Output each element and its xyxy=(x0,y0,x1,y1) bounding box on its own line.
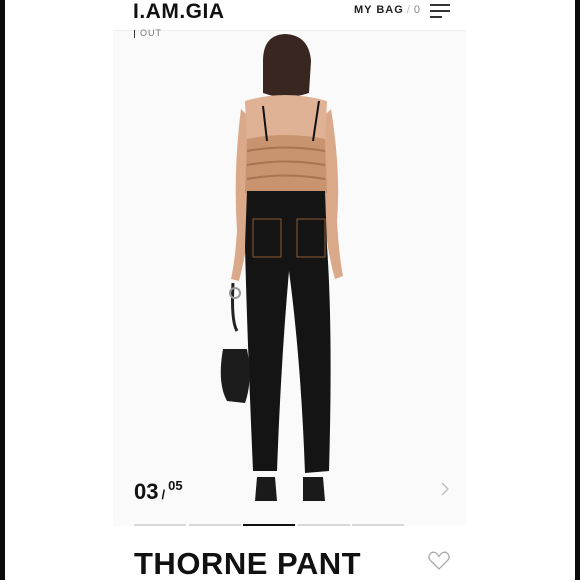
heart-icon[interactable] xyxy=(428,551,450,571)
label-marker xyxy=(134,30,135,38)
current-image-number: 03 xyxy=(134,479,159,504)
counter-separator: / xyxy=(161,487,166,502)
brand-logo[interactable]: I.AM.GIA xyxy=(133,0,225,24)
site-header xyxy=(5,0,575,30)
chevron-right-icon[interactable] xyxy=(438,482,452,496)
my-bag-link[interactable]: MY BAG/0 xyxy=(354,4,421,16)
product-title: THORNE PANT xyxy=(134,546,362,581)
bag-count: 0 xyxy=(413,4,421,16)
gallery-dot-5[interactable] xyxy=(352,524,404,526)
hamburger-menu-icon[interactable] xyxy=(430,3,450,18)
bag-separator: / xyxy=(406,4,411,16)
left-frame-border xyxy=(0,0,5,580)
bag-label: MY BAG xyxy=(354,4,404,16)
product-image[interactable] xyxy=(113,30,466,526)
image-counter: 03/05 xyxy=(134,478,183,505)
corner-label: OUT xyxy=(140,28,162,38)
gallery-dot-2[interactable] xyxy=(189,524,241,526)
model-photo xyxy=(220,34,343,501)
gallery-dot-1[interactable] xyxy=(134,524,186,526)
total-image-number: 05 xyxy=(168,478,183,493)
gallery-dot-3[interactable] xyxy=(243,524,295,526)
right-frame-border xyxy=(575,0,580,580)
gallery-dot-4[interactable] xyxy=(298,524,350,526)
